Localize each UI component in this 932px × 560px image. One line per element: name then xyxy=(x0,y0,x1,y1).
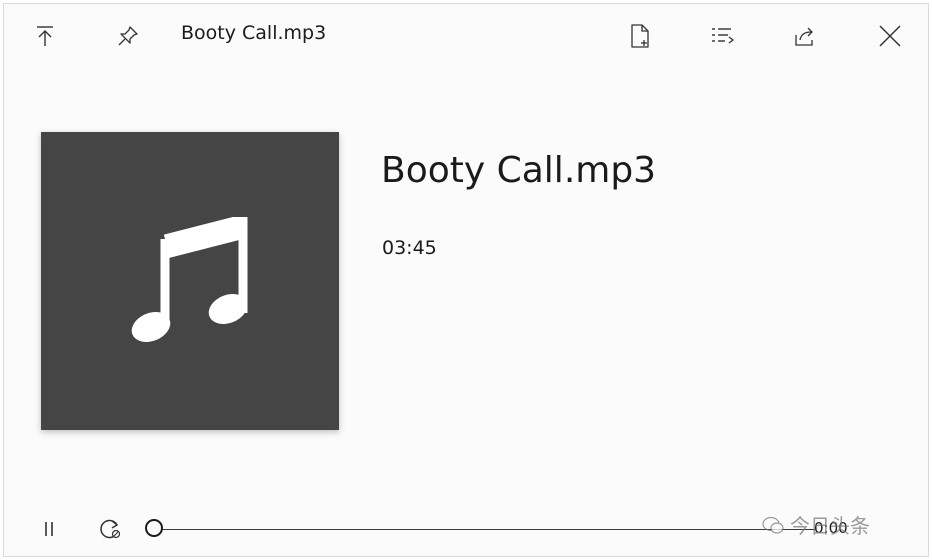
watermark: 今日头条 xyxy=(762,510,870,539)
track-title: Booty Call.mp3 xyxy=(381,150,657,191)
close-button[interactable] xyxy=(870,16,910,56)
track-duration: 03:45 xyxy=(382,237,437,259)
file-info-button[interactable] xyxy=(620,16,660,56)
repeat-button[interactable] xyxy=(90,509,130,549)
window-title: Booty Call.mp3 xyxy=(181,22,327,44)
share-button[interactable] xyxy=(785,16,825,56)
watermark-text: 今日头条 xyxy=(790,514,870,538)
keep-on-top-icon xyxy=(37,26,53,46)
watermark-logo-icon xyxy=(762,516,784,534)
file-info-icon xyxy=(631,24,649,48)
share-icon xyxy=(795,27,813,46)
music-note-icon xyxy=(131,217,248,342)
repeat-icon xyxy=(100,519,121,539)
pin-icon xyxy=(118,26,138,46)
album-art xyxy=(41,132,339,430)
seek-bar[interactable] xyxy=(156,529,816,530)
title-bar: Booty Call.mp3 xyxy=(4,4,928,68)
playlist-button[interactable] xyxy=(703,16,743,56)
pin-button[interactable] xyxy=(108,16,148,56)
pause-icon xyxy=(45,522,53,536)
seek-thumb[interactable] xyxy=(145,519,163,537)
music-player-window: Booty Call.mp3 Booty Call.mp3 03:45 0:00… xyxy=(3,3,929,557)
playlist-icon xyxy=(712,28,735,44)
keep-on-top-button[interactable] xyxy=(25,16,65,56)
close-icon xyxy=(879,25,901,47)
pause-button[interactable] xyxy=(29,509,69,549)
